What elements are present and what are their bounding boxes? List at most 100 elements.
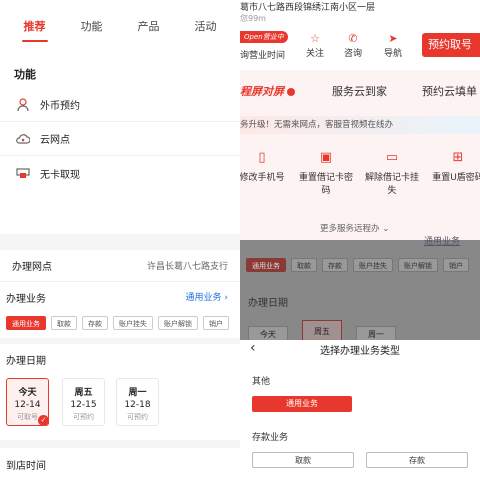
bg-chip: 销户 xyxy=(443,258,469,272)
day-date: 12-18 xyxy=(124,400,151,410)
consult-label: 咨询 xyxy=(344,49,363,59)
bg-date-label: 办理日期 xyxy=(248,298,288,309)
day-date: 12-14 xyxy=(14,400,41,410)
phone-icon: ✆ xyxy=(348,32,358,45)
banner-tabs: 程屏对屏 服务云到家 预约云填单 xyxy=(240,70,480,112)
day-name: 今天 xyxy=(18,388,37,398)
arrive-row[interactable]: 到店时间 xyxy=(0,448,240,480)
option-general[interactable]: 通用业务 xyxy=(252,396,352,412)
more-services-link[interactable]: 更多服务远程办 ⌄ xyxy=(320,222,389,234)
navigate-label: 导航 xyxy=(384,49,403,59)
date-section: 办理日期 今天 12-14 可取号 ✓ 周五 12-15 可预约 周一 12-18 可预约 xyxy=(0,344,240,440)
func-item-label: 外币预约 xyxy=(40,101,80,112)
briefcase-icon: ▣ xyxy=(319,150,333,165)
day-option-fri[interactable]: 周五 12-15 可预约 xyxy=(62,378,105,426)
book-number-button[interactable]: 预约取号 xyxy=(422,33,480,57)
day-name: 周一 xyxy=(128,388,147,398)
func-item-label: 无卡取现 xyxy=(40,169,80,181)
func-item-cardless[interactable]: 无卡取现 xyxy=(0,156,240,190)
tab-activity[interactable]: 活动 xyxy=(191,10,221,42)
phone-edit-icon: ▯ xyxy=(258,150,266,165)
branch-address: 葛市八七路西段锦绣江南小区一层 xyxy=(240,3,376,13)
tab-product[interactable]: 产品 xyxy=(134,10,164,42)
service-label: 解除借记卡挂失 xyxy=(364,173,419,196)
option-withdraw[interactable]: 取款 xyxy=(252,452,354,468)
day-status: 可预约 xyxy=(73,413,94,421)
chevron-right-icon: › xyxy=(224,293,228,303)
chip-withdraw[interactable]: 取款 xyxy=(51,316,77,330)
function-title: 功能 xyxy=(14,68,36,81)
option-deposit[interactable]: 存款 xyxy=(366,452,468,468)
follow-label: 关注 xyxy=(306,49,325,59)
star-icon: ☆ xyxy=(310,32,320,45)
date-label: 办理日期 xyxy=(6,356,46,367)
cloud-icon xyxy=(16,132,31,146)
chip-report-loss[interactable]: 账户挂失 xyxy=(113,316,153,330)
tab-screen-share[interactable]: 程屏对屏 xyxy=(240,83,295,99)
chip-general[interactable]: 通用业务 xyxy=(6,316,46,330)
function-section: 功能 外币预约 云网点 无卡取现 xyxy=(0,52,240,234)
date-options: 今天 12-14 可取号 ✓ 周五 12-15 可预约 周一 12-18 可预约 xyxy=(6,378,236,428)
dimmed-background: 通用业务 取款 存款 账户挂失 账户解锁 销户 通用业务 办理日期 今天 周五 周一 xyxy=(240,237,480,346)
func-item-label: 云网点 xyxy=(40,135,70,146)
check-icon: ✓ xyxy=(38,415,49,426)
bg-chip: 账户挂失 xyxy=(353,258,393,272)
branch-value: 许昌长葛八七路支行 xyxy=(146,262,228,272)
service-reset-card-pin[interactable]: ▣ 重置借记卡密码 xyxy=(296,150,356,198)
business-section: 办理业务 通用业务 › 通用业务 取款 存款 账户挂失 账户解锁 销户 xyxy=(0,282,240,338)
left-screen: 推荐 功能 产品 活动 功能 外币预约 云网点 无卡取现 办理网点 许昌长葛八七… xyxy=(0,0,240,480)
func-item-forex[interactable]: 外币预约 xyxy=(0,88,240,122)
func-item-cloud[interactable]: 云网点 xyxy=(0,122,240,156)
service-unlock-card[interactable]: ▭ 解除借记卡挂失 xyxy=(362,150,422,198)
remote-service-banner: 程屏对屏 服务云到家 预约云填单 务升级！无需来网点，客服音视频在线办 ▯ 修改手… xyxy=(240,70,480,240)
business-type-sheet: ‹ 选择办理业务类型 其他 通用业务 存款业务 取款 存款 xyxy=(240,340,480,480)
bg-chip: 存款 xyxy=(322,258,348,272)
tab-cloud-home[interactable]: 服务云到家 xyxy=(332,83,387,99)
tab-cloud-form[interactable]: 预约云填单 xyxy=(422,83,477,99)
navigate-button[interactable]: ➤ 导航 xyxy=(384,32,402,59)
chip-unlock[interactable]: 账户解锁 xyxy=(158,316,198,330)
tab-recommend[interactable]: 推荐 xyxy=(20,10,50,42)
day-status: 可预约 xyxy=(127,413,148,421)
chip-close-account[interactable]: 销户 xyxy=(203,316,229,330)
service-label: 重置U盾密码 xyxy=(432,173,480,183)
open-badge: Open营业中 xyxy=(240,31,288,43)
service-change-phone[interactable]: ▯ 修改手机号 xyxy=(240,150,292,185)
bg-chips: 通用业务 取款 存款 账户挂失 账户解锁 销户 xyxy=(246,258,474,272)
day-date: 12-15 xyxy=(70,400,97,410)
service-label: 重置借记卡密码 xyxy=(298,173,353,196)
bg-chip: 通用业务 xyxy=(246,258,286,272)
navigation-icon: ➤ xyxy=(388,32,398,45)
business-link[interactable]: 通用业务 › xyxy=(186,290,229,303)
person-coin-icon xyxy=(16,97,30,112)
bg-business-link: 通用业务 xyxy=(423,237,460,247)
follow-button[interactable]: ☆ 关注 xyxy=(306,32,324,59)
other-label: 其他 xyxy=(252,377,271,387)
consult-button[interactable]: ✆ 咨询 xyxy=(344,32,362,59)
day-option-mon[interactable]: 周一 12-18 可预约 xyxy=(116,378,159,426)
branch-distance: 您99m xyxy=(240,14,266,23)
bg-chip: 账户解锁 xyxy=(398,258,438,272)
branch-label: 办理网点 xyxy=(12,262,52,273)
arrive-label: 到店时间 xyxy=(6,460,46,472)
right-screen: 葛市八七路西段锦绣江南小区一层 您99m Open营业中 询营业时间 ☆ 关注 ✆… xyxy=(240,0,480,480)
deposit-label: 存款业务 xyxy=(252,433,289,443)
service-reset-ushield[interactable]: ⊞ 重置U盾密码 xyxy=(428,150,480,185)
bg-chip: 取款 xyxy=(291,258,317,272)
service-notice: 务升级！无需来网点，客服音视频在线办 xyxy=(240,116,480,134)
atm-icon xyxy=(16,166,30,180)
hours-link[interactable]: 询营业时间 xyxy=(240,48,285,61)
day-name: 周五 xyxy=(74,388,93,398)
card-icon: ▭ xyxy=(385,150,399,165)
business-chips: 通用业务 取款 存款 账户挂失 账户解锁 销户 xyxy=(6,316,234,330)
chevron-down-icon: ⌄ xyxy=(382,224,390,234)
branch-row[interactable]: 办理网点 许昌长葛八七路支行 xyxy=(0,250,240,282)
sheet-title: 选择办理业务类型 xyxy=(320,346,400,357)
business-label: 办理业务 xyxy=(6,294,46,305)
top-tabs: 推荐 功能 产品 活动 xyxy=(0,0,240,52)
medkit-icon: ⊞ xyxy=(452,150,464,165)
tab-function[interactable]: 功能 xyxy=(77,10,107,42)
branch-header: 葛市八七路西段锦绣江南小区一层 您99m Open营业中 询营业时间 ☆ 关注 ✆… xyxy=(240,0,480,70)
day-option-today[interactable]: 今天 12-14 可取号 ✓ xyxy=(6,378,49,426)
chip-deposit[interactable]: 存款 xyxy=(82,316,108,330)
